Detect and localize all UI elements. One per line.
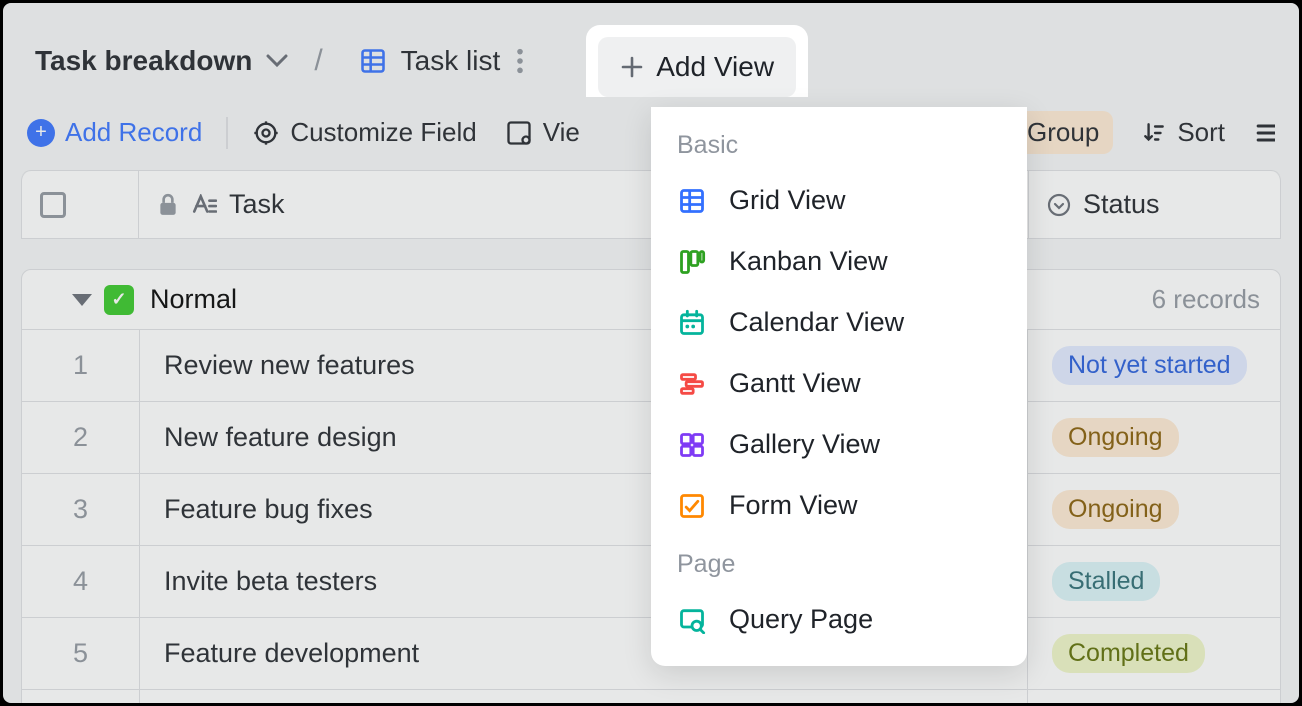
group-button[interactable]: Group [1013,111,1113,154]
row-status[interactable]: Completed [1028,690,1280,703]
sort-label: Sort [1177,117,1225,148]
group-name: Normal [150,284,237,315]
add-view-button[interactable]: Add View [598,37,796,97]
tab-task-list[interactable]: Task list [335,21,549,101]
dropdown-item-gantt[interactable]: Gantt View [651,353,1027,414]
status-badge: Stalled [1052,562,1160,601]
view-settings-icon [505,119,533,147]
dropdown-item-kanban[interactable]: Kanban View [651,231,1027,292]
plus-circle-icon: + [27,119,55,147]
dropdown-item-label: Form View [729,490,858,521]
dropdown-item-label: Query Page [729,604,873,635]
add-view-dropdown: Basic Grid View Kanban View Calendar View Ga… [651,107,1027,666]
row-number: 6 [22,690,140,703]
status-badge: Completed [1052,634,1205,673]
status-badge: Ongoing [1052,490,1179,529]
lock-icon [157,193,179,217]
status-badge: Not yet started [1052,346,1247,385]
dropdown-item-label: Gallery View [729,429,880,460]
text-field-icon [191,194,217,216]
row-status[interactable]: Stalled [1028,546,1280,617]
breadcrumb-separator: / [314,44,326,78]
grid-icon [677,186,707,216]
dropdown-item-label: Grid View [729,185,846,216]
column-task-label: Task [229,189,285,220]
menu-icon [1253,119,1275,147]
view-settings-label: Vie [543,117,580,148]
column-status-label: Status [1083,189,1160,220]
dropdown-icon [1047,193,1071,217]
tab-label: Task list [401,45,501,77]
dropdown-section-label: Basic [651,117,1027,170]
dropdown-item-query[interactable]: Query Page [651,589,1027,650]
chevron-down-icon [266,54,288,68]
breadcrumb-title: Task breakdown [35,45,252,77]
add-record-label: Add Record [65,117,202,148]
check-icon: ✓ [104,285,134,315]
grid-icon [359,47,387,75]
table-row[interactable]: 6 Integrate feedback data and priority C… [21,690,1281,703]
query-icon [677,605,707,635]
gantt-icon [677,369,707,399]
form-icon [677,491,707,521]
dropdown-item-label: Kanban View [729,246,888,277]
more-menu-button[interactable] [1253,119,1275,147]
customize-field-label: Customize Field [290,117,476,148]
dropdown-section-label: Page [651,536,1027,589]
kanban-icon [677,247,707,277]
gallery-icon [677,430,707,460]
dropdown-item-form[interactable]: Form View [651,475,1027,536]
row-status[interactable]: Ongoing [1028,402,1280,473]
row-status[interactable]: Ongoing [1028,474,1280,545]
sort-button[interactable]: Sort [1141,117,1225,148]
status-badge: Ongoing [1052,418,1179,457]
select-all-checkbox[interactable] [40,192,66,218]
sort-icon [1141,120,1167,146]
dropdown-item-gallery[interactable]: Gallery View [651,414,1027,475]
row-title[interactable]: Integrate feedback data and priority [140,690,1028,703]
plus-icon [620,55,644,79]
toolbar-separator [226,117,228,149]
gear-icon [252,119,280,147]
breadcrumb[interactable]: Task breakdown [35,45,306,77]
row-status[interactable]: Completed [1028,618,1280,689]
dropdown-item-calendar[interactable]: Calendar View [651,292,1027,353]
row-number: 4 [22,546,140,617]
group-label: Group [1027,117,1099,148]
collapse-icon [72,294,92,306]
row-number: 3 [22,474,140,545]
add-view-label: Add View [656,51,774,83]
tab-menu-icon[interactable] [516,47,524,75]
dropdown-item-grid[interactable]: Grid View [651,170,1027,231]
row-number: 2 [22,402,140,473]
view-settings-button[interactable]: Vie [505,117,580,148]
add-record-button[interactable]: + Add Record [27,117,202,148]
row-number: 1 [22,330,140,401]
row-number: 5 [22,618,140,689]
customize-field-button[interactable]: Customize Field [252,117,476,148]
record-count: 6 records [1152,284,1260,315]
column-header-status[interactable]: Status [1029,171,1281,238]
dropdown-item-label: Calendar View [729,307,904,338]
calendar-icon [677,308,707,338]
row-status[interactable]: Not yet started [1028,330,1280,401]
dropdown-item-label: Gantt View [729,368,861,399]
